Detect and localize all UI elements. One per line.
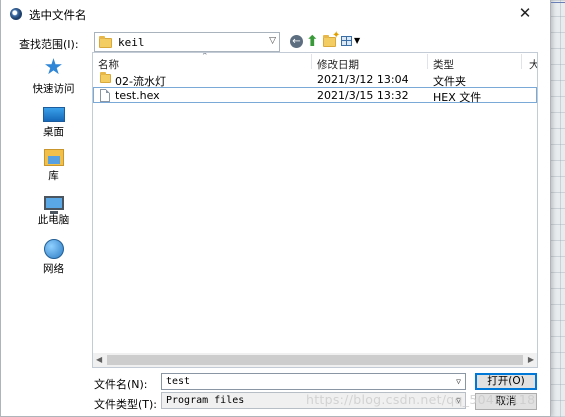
filename-label: 文件名(N): bbox=[94, 378, 148, 391]
library-icon bbox=[43, 149, 64, 166]
sort-ascending-icon: ⌃ bbox=[201, 52, 209, 62]
column-header-name[interactable]: 名称 bbox=[98, 57, 119, 72]
network-icon bbox=[43, 239, 64, 259]
chevron-down-icon[interactable]: ▽ bbox=[456, 395, 461, 406]
scrollbar-thumb[interactable] bbox=[107, 355, 523, 365]
filetype-select[interactable]: Program files ▽ bbox=[161, 392, 466, 409]
new-folder-icon[interactable]: ✦ bbox=[323, 30, 340, 49]
view-menu-icon[interactable]: ▼ bbox=[341, 33, 361, 49]
list-item-selected[interactable]: test.hex 2021/3/15 13:32 HEX 文件 bbox=[93, 87, 537, 104]
place-quick-access[interactable]: ★ 快速访问 bbox=[18, 57, 89, 96]
column-header-type[interactable]: 类型 bbox=[433, 57, 454, 72]
chevron-down-icon[interactable]: ▽ bbox=[269, 36, 276, 46]
place-library[interactable]: 库 bbox=[18, 149, 89, 183]
filetype-label: 文件类型(T): bbox=[94, 398, 158, 411]
file-open-dialog: 选中文件名 ✕ 查找范围(I): keil ▽ ← ⬆ ✦ ▼ ★ 快速访问 桌… bbox=[0, 0, 551, 417]
dialog-title: 选中文件名 bbox=[29, 8, 87, 22]
place-desktop[interactable]: 桌面 bbox=[18, 103, 89, 139]
open-button[interactable]: 打开(O) bbox=[475, 373, 537, 390]
folder-icon bbox=[100, 72, 111, 83]
list-item[interactable]: 02-流水灯 2021/3/12 13:04 文件夹 bbox=[93, 71, 537, 88]
column-header-size[interactable]: 大 bbox=[529, 57, 537, 72]
cancel-button[interactable]: 取消 bbox=[475, 393, 537, 410]
scroll-left-icon[interactable]: ◀ bbox=[96, 355, 102, 364]
look-in-value: keil bbox=[118, 36, 145, 49]
filename-input[interactable]: test ▽ bbox=[161, 373, 466, 390]
title-bar: 选中文件名 ✕ bbox=[1, 0, 550, 28]
places-bar: ★ 快速访问 桌面 库 此电脑 网络 bbox=[18, 55, 89, 371]
app-icon bbox=[10, 8, 22, 20]
place-network[interactable]: 网络 bbox=[18, 239, 89, 276]
back-icon[interactable]: ← bbox=[290, 35, 303, 48]
horizontal-scrollbar[interactable]: ◀ ▶ bbox=[93, 353, 537, 367]
close-icon[interactable]: ✕ bbox=[514, 2, 536, 24]
place-this-pc[interactable]: 此电脑 bbox=[18, 193, 89, 227]
up-folder-icon[interactable]: ⬆ bbox=[306, 33, 320, 49]
look-in-combobox[interactable]: keil ▽ bbox=[94, 32, 280, 52]
desktop-icon bbox=[42, 107, 65, 122]
scroll-right-icon[interactable]: ▶ bbox=[528, 355, 534, 364]
quick-access-icon: ★ bbox=[43, 55, 64, 80]
this-pc-icon bbox=[43, 196, 64, 214]
folder-icon bbox=[99, 36, 112, 48]
file-icon bbox=[100, 89, 110, 102]
look-in-label: 查找范围(I): bbox=[19, 38, 79, 51]
background-edge bbox=[551, 2, 565, 3]
file-list[interactable]: ⌃ 名称 修改日期 类型 大 02-流水灯 2021/3/12 13:04 文件… bbox=[92, 52, 538, 368]
column-header-modified[interactable]: 修改日期 bbox=[317, 57, 359, 72]
chevron-down-icon[interactable]: ▽ bbox=[456, 376, 461, 387]
